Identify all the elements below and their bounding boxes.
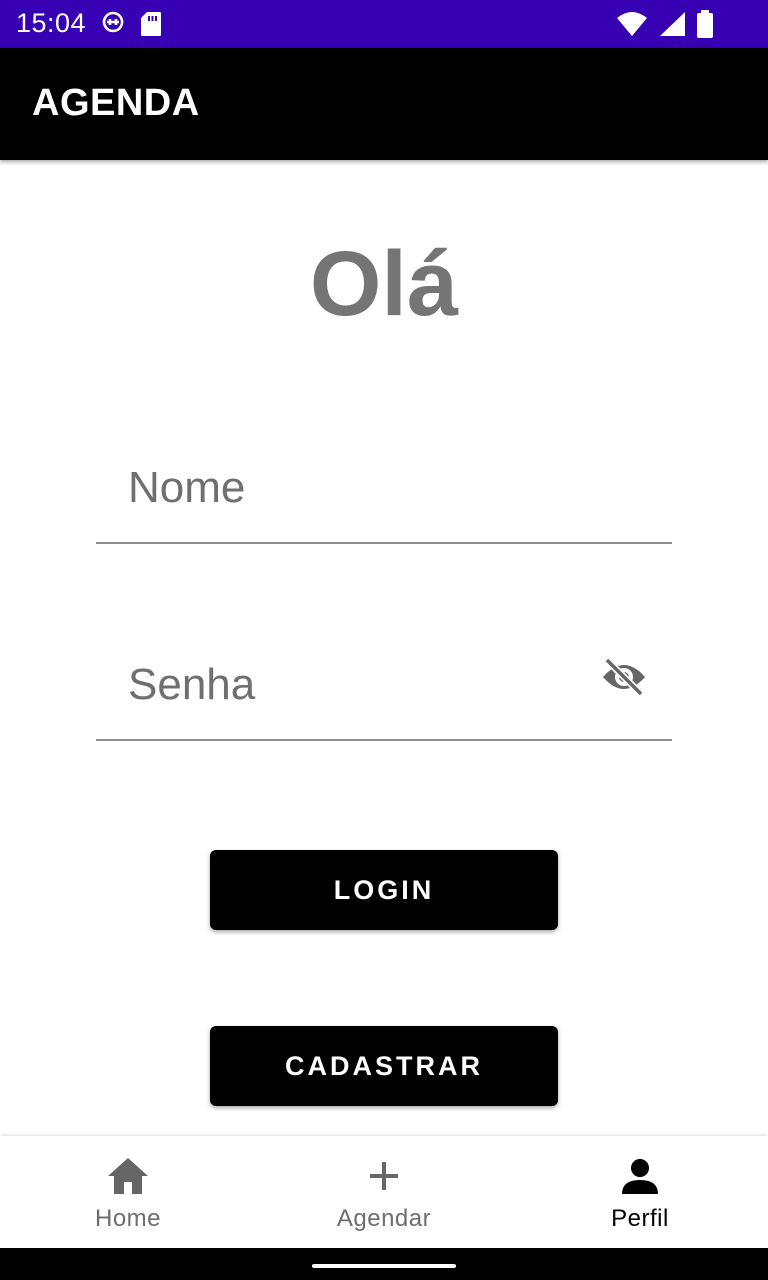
person-icon bbox=[620, 1156, 660, 1201]
wifi-icon bbox=[616, 11, 648, 42]
gesture-handle[interactable] bbox=[312, 1264, 456, 1268]
password-input[interactable] bbox=[128, 631, 588, 739]
bottom-navigation: Home Agendar Perfil bbox=[0, 1136, 768, 1248]
nav-item-agendar[interactable]: Agendar bbox=[256, 1136, 512, 1248]
vpn-key-icon bbox=[100, 10, 126, 43]
nav-label-perfil: Perfil bbox=[611, 1205, 669, 1232]
battery-icon bbox=[696, 10, 714, 43]
nav-label-home: Home bbox=[94, 1205, 162, 1232]
greeting-heading: Olá bbox=[309, 233, 459, 335]
name-field[interactable] bbox=[96, 434, 672, 544]
sd-card-icon bbox=[140, 11, 162, 42]
nav-item-home[interactable]: Home bbox=[0, 1136, 256, 1248]
add-icon bbox=[364, 1156, 404, 1201]
status-time: 15:04 bbox=[16, 8, 87, 38]
gesture-bar bbox=[0, 1248, 768, 1280]
register-button[interactable]: CADASTRAR bbox=[210, 1026, 558, 1106]
visibility-off-icon[interactable] bbox=[600, 653, 648, 701]
password-field[interactable] bbox=[96, 631, 672, 741]
status-right-icons bbox=[616, 10, 714, 43]
nav-label-agendar: Agendar bbox=[336, 1205, 432, 1232]
login-button[interactable]: LOGIN bbox=[210, 850, 558, 930]
app-title: AGENDA bbox=[32, 82, 200, 124]
home-icon bbox=[106, 1156, 150, 1201]
signal-icon bbox=[658, 11, 686, 42]
status-bar: 15:04 bbox=[0, 0, 768, 48]
nav-item-perfil[interactable]: Perfil bbox=[512, 1136, 768, 1248]
app-bar: AGENDA bbox=[0, 48, 768, 160]
name-input[interactable] bbox=[128, 434, 588, 542]
status-left-icons bbox=[100, 10, 162, 43]
